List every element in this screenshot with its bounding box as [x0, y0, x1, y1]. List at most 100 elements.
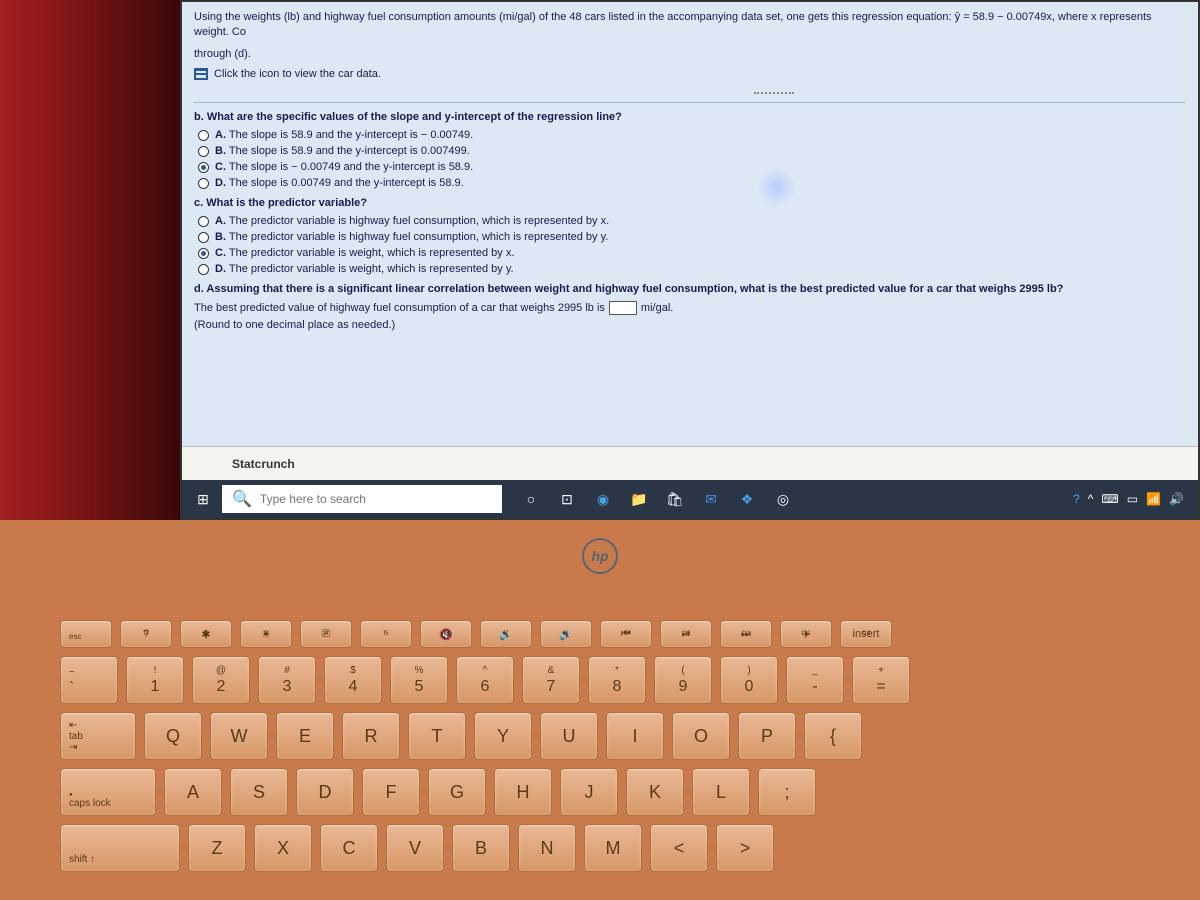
wifi-icon[interactable]: 📶 [1146, 492, 1161, 506]
key-c: C [320, 824, 378, 872]
task-view-icon[interactable]: ⊡ [550, 485, 584, 513]
key-f1: f1? [120, 620, 172, 648]
key-d: D [296, 768, 354, 816]
question-b-label: b. What are the specific values of the s… [194, 111, 1186, 123]
fill-suffix: mi/gal. [641, 302, 673, 314]
key-f7: f7🔉 [480, 620, 532, 648]
key-tab: ⇤ tab ⇥ [60, 712, 136, 760]
store-icon[interactable]: 🛍 [658, 485, 692, 513]
help-icon[interactable]: ? [1073, 492, 1080, 506]
search-input[interactable] [260, 492, 492, 506]
battery-icon[interactable]: ▭ [1127, 492, 1138, 506]
key-f4: f4⎚ [300, 620, 352, 648]
key-caps-lock: ● caps lock [60, 768, 156, 816]
fill-prefix: The best predicted value of highway fuel… [194, 302, 605, 314]
system-tray[interactable]: ? ^ ⌨ ▭ 📶 🔊 [1073, 492, 1192, 506]
keyboard-icon[interactable]: ⌨ [1101, 492, 1118, 506]
key-f: F [362, 768, 420, 816]
chevron-up-icon[interactable]: ^ [1088, 492, 1094, 506]
key-f12: f12✈ [780, 620, 832, 648]
key-t: T [408, 712, 466, 760]
volume-icon[interactable]: 🔊 [1169, 492, 1184, 506]
radio-b-a[interactable] [198, 130, 209, 141]
radio-b-d[interactable] [198, 178, 209, 189]
key-l: L [692, 768, 750, 816]
key-1: !1 [126, 656, 184, 704]
hp-logo: hp [582, 538, 618, 574]
problem-intro-2: through (d). [194, 47, 1186, 62]
key-f11: f11⏭ [720, 620, 772, 648]
mail-icon[interactable]: ✉ [694, 485, 728, 513]
round-note: (Round to one decimal place as needed.) [194, 319, 1186, 331]
key-f2: f2✱ [180, 620, 232, 648]
edge-icon[interactable]: ◉ [586, 485, 620, 513]
radio-b-c[interactable] [198, 162, 209, 173]
key-h: H [494, 768, 552, 816]
key-n: N [518, 824, 576, 872]
radio-c-b[interactable] [198, 232, 209, 243]
key-=: += [852, 656, 910, 704]
physical-keyboard: esc f1? f2✱ f3☀ f4⎚ f5 f6🔇 f7🔉 f8🔊 f9⏮ f10⏯ f11⏭ f1… [60, 620, 1190, 872]
key-f8: f8🔊 [540, 620, 592, 648]
key-s: S [230, 768, 288, 816]
key-z: Z [188, 824, 246, 872]
view-data-link[interactable]: Click the icon to view the car data. [214, 68, 381, 80]
key-j: J [560, 768, 618, 816]
key-r: R [342, 712, 400, 760]
key-f10: f10⏯ [660, 620, 712, 648]
key-esc: esc [60, 620, 112, 648]
key-y: Y [474, 712, 532, 760]
key-f9: f9⏮ [600, 620, 652, 648]
key-x: X [254, 824, 312, 872]
key-{: { [804, 712, 862, 760]
problem-intro: Using the weights (lb) and highway fuel … [194, 10, 1186, 41]
radio-b-b[interactable] [198, 146, 209, 157]
question-c-label: c. What is the predictor variable? [194, 197, 1186, 209]
radio-c-c[interactable] [198, 248, 209, 259]
key-9: (9 [654, 656, 712, 704]
key-i: I [606, 712, 664, 760]
key->: > [716, 824, 774, 872]
taskbar: ⊞ 🔍 ○ ⊡ ◉ 📁 🛍 ✉ ❖ ◎ ? ^ ⌨ ▭ 📶 🔊 [182, 480, 1198, 518]
key-f3: f3☀ [240, 620, 292, 648]
key-5: %5 [390, 656, 448, 704]
key-<: < [650, 824, 708, 872]
key-8: *8 [588, 656, 646, 704]
key-backtick: ~` [60, 656, 118, 704]
key-6: ^6 [456, 656, 514, 704]
key-7: &7 [522, 656, 580, 704]
key-m: M [584, 824, 642, 872]
key-b: B [452, 824, 510, 872]
key-0: )0 [720, 656, 778, 704]
key-o: O [672, 712, 730, 760]
cortana-icon[interactable]: ○ [514, 485, 548, 513]
statcrunch-button[interactable]: Statcrunch [232, 457, 295, 471]
key-g: G [428, 768, 486, 816]
key-f6: f6🔇 [420, 620, 472, 648]
key-f5: f5 [360, 620, 412, 648]
key-p: P [738, 712, 796, 760]
search-icon: 🔍 [232, 489, 252, 509]
radio-c-a[interactable] [198, 216, 209, 227]
table-icon[interactable] [194, 68, 208, 80]
dropbox-icon[interactable]: ❖ [730, 485, 764, 513]
key-4: $4 [324, 656, 382, 704]
radio-c-d[interactable] [198, 264, 209, 275]
windows-start-icon[interactable]: ⊞ [188, 485, 218, 513]
search-box[interactable]: 🔍 [222, 485, 502, 513]
key-w: W [210, 712, 268, 760]
key-q: Q [144, 712, 202, 760]
key-3: #3 [258, 656, 316, 704]
key-a: A [164, 768, 222, 816]
key-e: E [276, 712, 334, 760]
key--: _- [786, 656, 844, 704]
key-2: @2 [192, 656, 250, 704]
key-u: U [540, 712, 598, 760]
key-shift: shift ↑ [60, 824, 180, 872]
key-k: K [626, 768, 684, 816]
answer-input[interactable] [609, 301, 637, 315]
explorer-icon[interactable]: 📁 [622, 485, 656, 513]
question-d-label: d. Assuming that there is a significant … [194, 283, 1186, 295]
key-f13: f13insert [840, 620, 892, 648]
app-icon[interactable]: ◎ [766, 485, 800, 513]
